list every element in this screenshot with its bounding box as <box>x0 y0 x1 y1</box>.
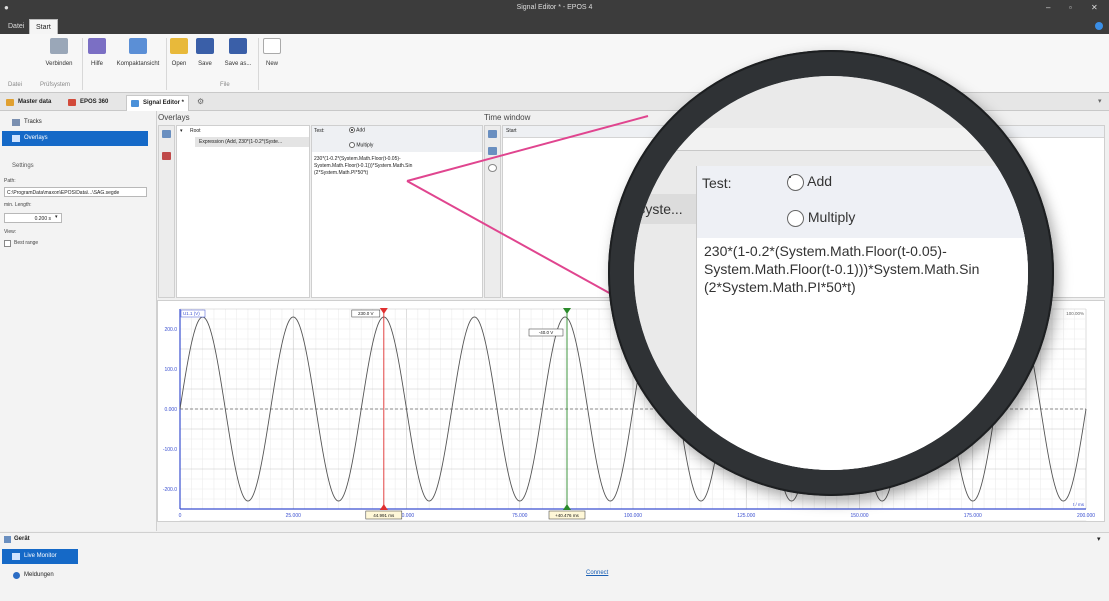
lens-tree-item: Syste... <box>634 194 696 224</box>
lens-multiply-radio: Multiply <box>787 209 855 227</box>
lens-test-label: Test: <box>702 175 732 191</box>
pointer-line-bottom <box>406 180 641 311</box>
lens-properties: Test: Add Multiply 230*(1-0.2*(System.Ma… <box>696 166 1028 470</box>
pointer-line-top <box>406 115 649 182</box>
lens-properties-header <box>697 166 1028 238</box>
lens-add-radio: Add <box>787 173 832 191</box>
magnifier-lens: Syste... Test: Add Multiply 230*(1-0.2*(… <box>634 76 1028 470</box>
lens-radio-checked-icon <box>787 173 804 191</box>
lens-formula: 230*(1-0.2*(System.Math.Floor(t-0.05)- S… <box>704 243 980 295</box>
lens-radio-unchecked-icon <box>787 209 804 227</box>
lens-header-strip <box>664 128 1028 151</box>
